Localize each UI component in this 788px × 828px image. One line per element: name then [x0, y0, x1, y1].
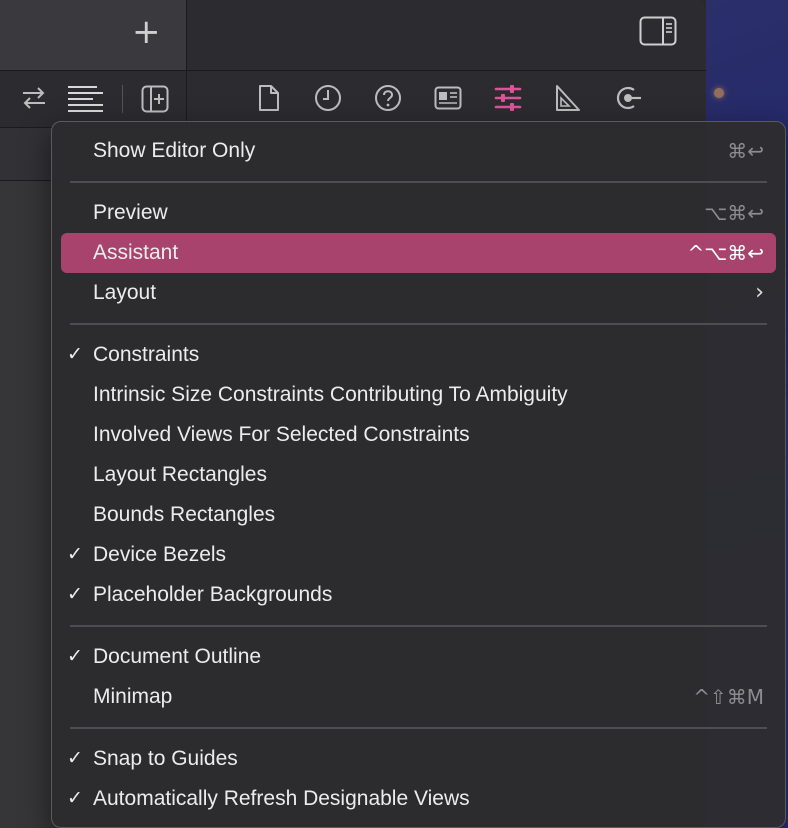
attributes-icon[interactable] [494, 84, 522, 112]
checkmark-icon: ✓ [67, 584, 83, 605]
ruler-icon[interactable] [555, 84, 581, 112]
menu-item-label: Automatically Refresh Designable Views [93, 787, 470, 810]
menu-item-label: Bounds Rectangles [93, 503, 276, 526]
toolbar [0, 71, 706, 128]
window-titlebar [187, 0, 706, 71]
tab-bar: + [0, 0, 187, 71]
menu-item-show-editor-only[interactable]: Show Editor Only ⌘↩ [61, 131, 776, 171]
file-icon[interactable] [258, 84, 280, 112]
menu-item-label: Show Editor Only [93, 139, 256, 162]
menu-item-auto-refresh-designable-views[interactable]: ✓ Automatically Refresh Designable Views [61, 779, 776, 819]
shortcut-label: ⌘↩ [727, 139, 764, 163]
shortcut-label: ^⌥⌘↩ [687, 241, 764, 265]
menu-item-label: Layout [93, 281, 157, 304]
checkmark-icon: ✓ [67, 748, 83, 769]
help-icon[interactable] [374, 84, 402, 112]
shortcut-label: ⌥⌘↩ [704, 201, 764, 225]
menu-item-label: Preview [93, 201, 168, 224]
menu-item-label: Placeholder Backgrounds [93, 583, 333, 606]
menu-item-document-outline[interactable]: ✓ Document Outline [61, 637, 776, 677]
menu-item-label: Document Outline [93, 645, 262, 668]
history-icon[interactable] [314, 84, 342, 112]
menu-item-label: Constraints [93, 343, 200, 366]
background-light [714, 88, 724, 98]
shortcut-label: ^⇧⌘M [693, 685, 764, 709]
menu-item-device-bezels[interactable]: ✓ Device Bezels [61, 535, 776, 575]
menu-item-label: Minimap [93, 685, 173, 708]
menu-separator [70, 727, 767, 729]
menu-item-layout[interactable]: Layout › [61, 273, 776, 313]
checkmark-icon: ✓ [67, 788, 83, 809]
add-editor-icon[interactable] [141, 85, 169, 113]
menu-separator [70, 181, 767, 183]
menu-item-preview[interactable]: Preview ⌥⌘↩ [61, 193, 776, 233]
menu-item-label: Intrinsic Size Constraints Contributing … [93, 383, 568, 406]
menu-item-assistant[interactable]: Assistant ^⌥⌘↩ [61, 233, 776, 273]
editor-options-menu: Show Editor Only ⌘↩ Preview ⌥⌘↩ Assistan… [51, 121, 786, 828]
text-align-icon[interactable] [67, 85, 105, 113]
menu-item-label: Snap to Guides [93, 747, 238, 770]
menu-item-label: Involved Views For Selected Constraints [93, 423, 470, 446]
menu-separator [70, 625, 767, 627]
menu-separator [70, 323, 767, 325]
menu-item-label: Device Bezels [93, 543, 227, 566]
menu-item-layout-rectangles[interactable]: Layout Rectangles [61, 455, 776, 495]
menu-item-placeholder-backgrounds[interactable]: ✓ Placeholder Backgrounds [61, 575, 776, 615]
inspector-icon[interactable] [434, 86, 462, 110]
menu-item-bounds-rectangles[interactable]: Bounds Rectangles [61, 495, 776, 535]
checkmark-icon: ✓ [67, 344, 83, 365]
toolbar-divider [122, 85, 123, 113]
checkmark-icon: ✓ [67, 544, 83, 565]
chevron-right-icon: › [755, 280, 764, 305]
menu-item-involved-views[interactable]: Involved Views For Selected Constraints [61, 415, 776, 455]
menu-item-snap-to-guides[interactable]: ✓ Snap to Guides [61, 739, 776, 779]
toolbar-split [186, 71, 187, 127]
add-tab-icon[interactable]: + [132, 15, 161, 49]
swap-arrows-icon[interactable] [20, 85, 48, 111]
menu-item-constraints[interactable]: ✓ Constraints [61, 335, 776, 375]
connections-icon[interactable] [614, 85, 642, 111]
toggle-inspector-icon[interactable] [639, 16, 677, 46]
checkmark-icon: ✓ [67, 646, 83, 667]
menu-item-label: Assistant [93, 241, 179, 264]
menu-item-label: Layout Rectangles [93, 463, 267, 486]
menu-item-minimap[interactable]: Minimap ^⇧⌘M [61, 677, 776, 717]
menu-item-intrinsic-size-constraints[interactable]: Intrinsic Size Constraints Contributing … [61, 375, 776, 415]
